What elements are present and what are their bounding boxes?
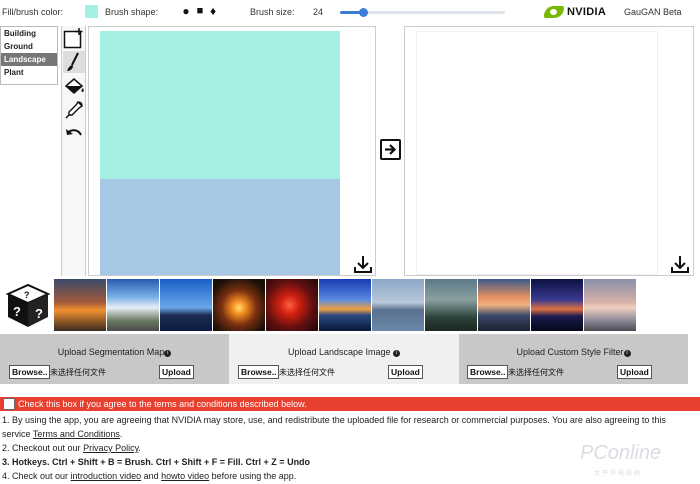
upload-landscape-title: Upload Landscape Image i — [229, 347, 459, 357]
brush-shape-label: Brush shape: — [105, 7, 159, 17]
square-shape-button[interactable]: ■ — [194, 5, 206, 18]
svg-text:?: ? — [13, 304, 21, 319]
upload-landscape-button[interactable]: Upload — [388, 365, 423, 379]
tool-palette — [61, 26, 86, 276]
upload-segmentation-panel: Upload Segmentation Map i Browse.. 未选择任何文… — [0, 334, 229, 384]
upload-landscape-panel: Upload Landscape Image i Browse.. 未选择任何文… — [229, 334, 459, 384]
style-thumbnail[interactable] — [372, 279, 424, 331]
note-line-4: 4. Check out our introduction video and … — [2, 471, 297, 481]
nvidia-wordmark: NVIDIA — [567, 6, 607, 18]
terms-agreement-bar: Check this box if you agree to the terms… — [0, 397, 700, 411]
output-canvas — [416, 31, 658, 275]
segmentation-region-lower — [100, 179, 340, 275]
style-thumbnail-strip: ? ? ? — [0, 278, 700, 332]
svg-text:?: ? — [24, 290, 30, 300]
watermark-subtitle: 太平洋电脑网 — [594, 471, 643, 477]
introduction-video-link[interactable]: introduction video — [71, 471, 142, 481]
download-segmentation-icon[interactable] — [353, 254, 373, 274]
style-thumbnail[interactable] — [107, 279, 159, 331]
upload-style-filter-title: Upload Custom Style Filter i — [459, 347, 688, 357]
label-item-landscape[interactable]: Landscape — [1, 53, 57, 66]
brush-size-label: Brush size: — [250, 7, 295, 17]
watermark: PConline — [580, 442, 662, 464]
upload-segmentation-title: Upload Segmentation Map i — [0, 347, 229, 357]
fill-bucket-icon[interactable] — [63, 75, 85, 97]
segmentation-region-landscape — [100, 31, 340, 179]
style-thumbnail[interactable] — [319, 279, 371, 331]
diamond-shape-button[interactable]: ♦ — [207, 5, 219, 18]
download-output-icon[interactable] — [670, 254, 690, 274]
eyedropper-icon[interactable] — [63, 99, 85, 121]
svg-text:?: ? — [35, 306, 43, 321]
browse-landscape-button[interactable]: Browse.. — [238, 365, 280, 379]
note-line-1: 1. By using the app, you are agreeing th… — [2, 415, 666, 439]
brush-size-slider-thumb[interactable] — [359, 8, 369, 17]
style-thumbnail[interactable] — [160, 279, 212, 331]
terms-and-conditions-link[interactable]: Terms and Conditions — [33, 429, 120, 439]
upload-style-filter-button[interactable]: Upload — [617, 365, 652, 379]
style-thumbnail[interactable] — [478, 279, 530, 331]
label-list: Building Ground Landscape Plant — [0, 26, 58, 85]
generate-arrow-button[interactable] — [380, 139, 401, 160]
brush-size-slider[interactable] — [340, 8, 505, 17]
fill-color-label: Fill/brush color: — [2, 7, 64, 17]
label-item-plant[interactable]: Plant — [1, 66, 57, 79]
segmentation-canvas[interactable] — [100, 31, 340, 275]
info-icon: i — [164, 350, 172, 357]
nvidia-logo: NVIDIA — [544, 5, 610, 19]
new-canvas-icon[interactable] — [63, 27, 85, 49]
no-file-label: 未选择任何文件 — [50, 368, 106, 377]
upload-style-filter-panel: Upload Custom Style Filter i Browse.. 未选择… — [459, 334, 688, 384]
style-thumbnail[interactable] — [425, 279, 477, 331]
browse-segmentation-button[interactable]: Browse.. — [9, 365, 51, 379]
app-title: GauGAN Beta — [624, 7, 682, 17]
brush-icon[interactable] — [63, 51, 85, 73]
no-file-label: 未选择任何文件 — [279, 368, 335, 377]
dice-icon[interactable]: ? ? ? — [4, 280, 52, 330]
howto-video-link[interactable]: howto video — [161, 471, 209, 481]
arrow-right-icon — [385, 144, 397, 155]
circle-shape-button[interactable]: ● — [180, 5, 192, 18]
style-thumbnail[interactable] — [531, 279, 583, 331]
upload-segmentation-button[interactable]: Upload — [159, 365, 194, 379]
undo-icon[interactable] — [63, 123, 85, 145]
info-icon: i — [393, 350, 401, 357]
style-thumbnail[interactable] — [584, 279, 636, 331]
output-panel — [404, 26, 694, 276]
label-item-building[interactable]: Building — [1, 27, 57, 40]
segmentation-panel — [88, 26, 376, 276]
toolbar: Fill/brush color: Brush shape: ● ■ ♦ Bru… — [0, 0, 700, 24]
style-thumbnail[interactable] — [54, 279, 106, 331]
brush-size-value: 24 — [313, 7, 324, 17]
info-icon: i — [623, 350, 631, 357]
label-item-ground[interactable]: Ground — [1, 40, 57, 53]
brush-color-swatch[interactable] — [85, 5, 98, 18]
privacy-policy-link[interactable]: Privacy Policy — [83, 443, 138, 453]
terms-checkbox-label: Check this box if you agree to the terms… — [18, 399, 307, 409]
no-file-label: 未选择任何文件 — [508, 368, 564, 377]
style-thumbnail[interactable] — [266, 279, 318, 331]
browse-style-filter-button[interactable]: Browse.. — [467, 365, 509, 379]
nvidia-eye-icon — [544, 6, 564, 18]
style-thumbnail[interactable] — [213, 279, 265, 331]
terms-checkbox[interactable] — [3, 398, 15, 410]
